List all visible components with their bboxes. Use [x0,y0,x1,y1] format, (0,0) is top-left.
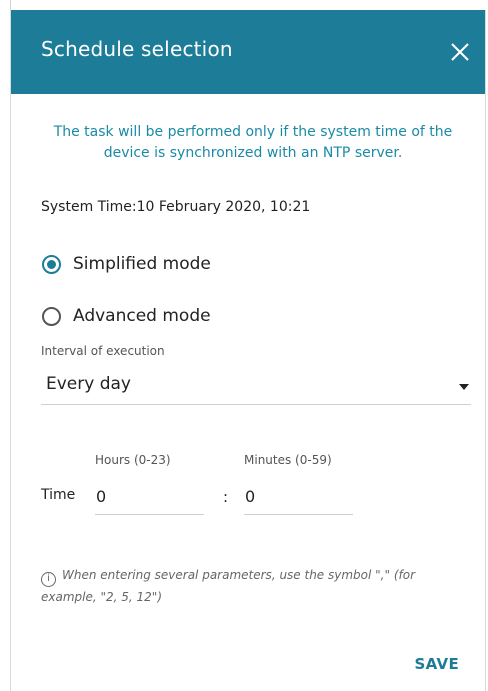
simplified-mode-label: Simplified mode [73,254,211,274]
hours-input[interactable] [95,478,204,515]
simplified-mode-radio[interactable]: Simplified mode [42,254,211,274]
radio-unchecked-icon [42,306,61,326]
dialog-header: Schedule selection [11,10,485,94]
advanced-mode-label: Advanced mode [73,306,211,326]
interval-label: Interval of execution [41,344,165,358]
close-button[interactable] [449,41,471,63]
interval-select[interactable]: Every day [41,370,471,405]
info-icon: i [41,572,56,587]
schedule-dialog: Schedule selection The task will be perf… [10,10,486,691]
caret-down-icon [459,384,469,390]
minutes-input[interactable] [244,478,353,515]
ntp-notice: The task will be performed only if the s… [53,124,453,161]
screen: Schedule selection The task will be perf… [0,0,488,691]
interval-value: Every day [46,374,131,394]
hint-text: i When entering several parameters, use t… [41,565,471,608]
time-separator: : [223,488,229,506]
save-button[interactable]: SAVE [415,655,459,673]
system-time: System Time:10 February 2020, 10:21 [41,199,311,215]
radio-checked-icon [42,254,61,274]
hint-message: When entering several parameters, use th… [41,568,416,604]
close-icon [451,43,469,61]
minutes-label: Minutes (0-59) [244,453,332,467]
time-label: Time [41,487,76,503]
dialog-title: Schedule selection [41,37,233,61]
advanced-mode-radio[interactable]: Advanced mode [42,306,211,326]
hours-label: Hours (0-23) [95,453,171,467]
